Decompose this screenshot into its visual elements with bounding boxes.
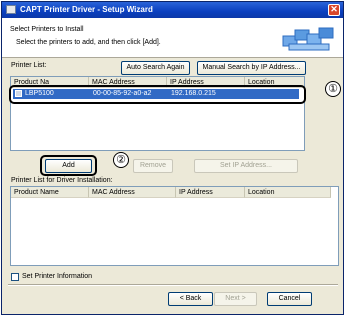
setup-wizard-window: CAPT Printer Driver - Setup Wizard ✕ Sel…	[1, 1, 344, 315]
manual-search-ip-button[interactable]: Manual Search by IP Address...	[197, 61, 306, 75]
auto-search-again-button[interactable]: Auto Search Again	[121, 61, 190, 75]
window-title: CAPT Printer Driver - Setup Wizard	[20, 5, 153, 14]
close-button[interactable]: ✕	[328, 4, 340, 16]
title-bar: CAPT Printer Driver - Setup Wizard ✕	[2, 2, 343, 18]
column-header-mac[interactable]: MAC Address	[89, 187, 176, 198]
install-list-label: Printer List for Driver Installation:	[11, 177, 113, 184]
set-ip-address-button[interactable]: Set IP Address...	[194, 159, 298, 173]
printer-icon	[6, 5, 16, 14]
column-header-location[interactable]: Location	[245, 187, 331, 198]
wizard-header: Select Printers to Install Select the pr…	[2, 18, 343, 58]
next-button[interactable]: Next >	[214, 292, 257, 306]
printer-list-label: Printer List:	[11, 62, 47, 69]
page-heading: Select Printers to Install	[10, 26, 84, 33]
cancel-button[interactable]: Cancel	[267, 292, 312, 306]
page-subheading: Select the printers to add, and then cli…	[16, 39, 161, 46]
footer-divider	[8, 284, 338, 286]
remove-button[interactable]: Remove	[133, 159, 173, 173]
callout-number-1: ①	[325, 81, 341, 97]
column-header-ip[interactable]: IP Address	[176, 187, 245, 198]
set-printer-info-label: Set Printer Information	[22, 273, 93, 280]
set-printer-info-checkbox[interactable]	[11, 273, 19, 281]
callout-box-1	[9, 85, 306, 104]
back-button[interactable]: < Back	[168, 292, 213, 306]
callout-box-2	[40, 155, 97, 176]
callout-number-2: ②	[113, 152, 129, 168]
column-header-product[interactable]: Product Name	[11, 187, 89, 198]
install-list[interactable]: Product Name MAC Address IP Address Loca…	[10, 186, 339, 266]
printers-logo-icon	[282, 27, 334, 51]
